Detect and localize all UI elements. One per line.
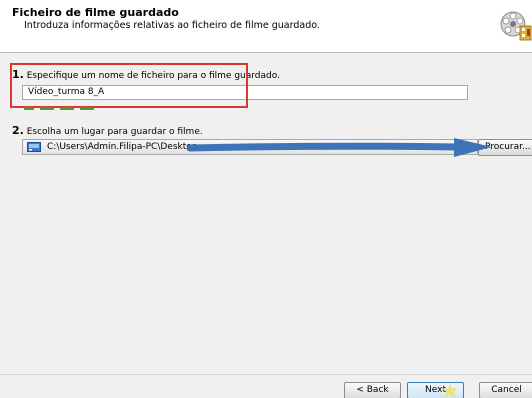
back-button[interactable]: < Back — [344, 382, 401, 398]
footer-divider — [0, 374, 532, 375]
underline-dash — [24, 107, 34, 110]
step2-label: 2. Escolha um lugar para guardar o filme… — [12, 124, 203, 137]
save-location-path: C:\Users\Admin.Filipa-PC\Desktop — [47, 142, 198, 152]
underline-dash — [60, 107, 74, 110]
filename-highlight-box — [10, 63, 248, 108]
page-subtitle: Introduza informações relativas ao fiche… — [24, 20, 320, 31]
sparkle-icon — [441, 384, 458, 398]
cancel-button[interactable]: Cancel — [479, 382, 532, 398]
page-title: Ficheiro de filme guardado — [12, 6, 179, 19]
underline-dash — [40, 107, 54, 110]
save-movie-dialog: Ficheiro de filme guardado Introduza inf… — [0, 0, 532, 398]
underline-dash — [80, 107, 94, 110]
wizard-header: Ficheiro de filme guardado Introduza inf… — [0, 0, 532, 53]
drive-icon — [27, 142, 41, 152]
film-reel-icon — [500, 11, 532, 41]
step2-number: 2. — [12, 124, 24, 137]
arrow-annotation-icon — [186, 138, 492, 157]
step2-text: Escolha um lugar para guardar o filme. — [26, 127, 203, 137]
